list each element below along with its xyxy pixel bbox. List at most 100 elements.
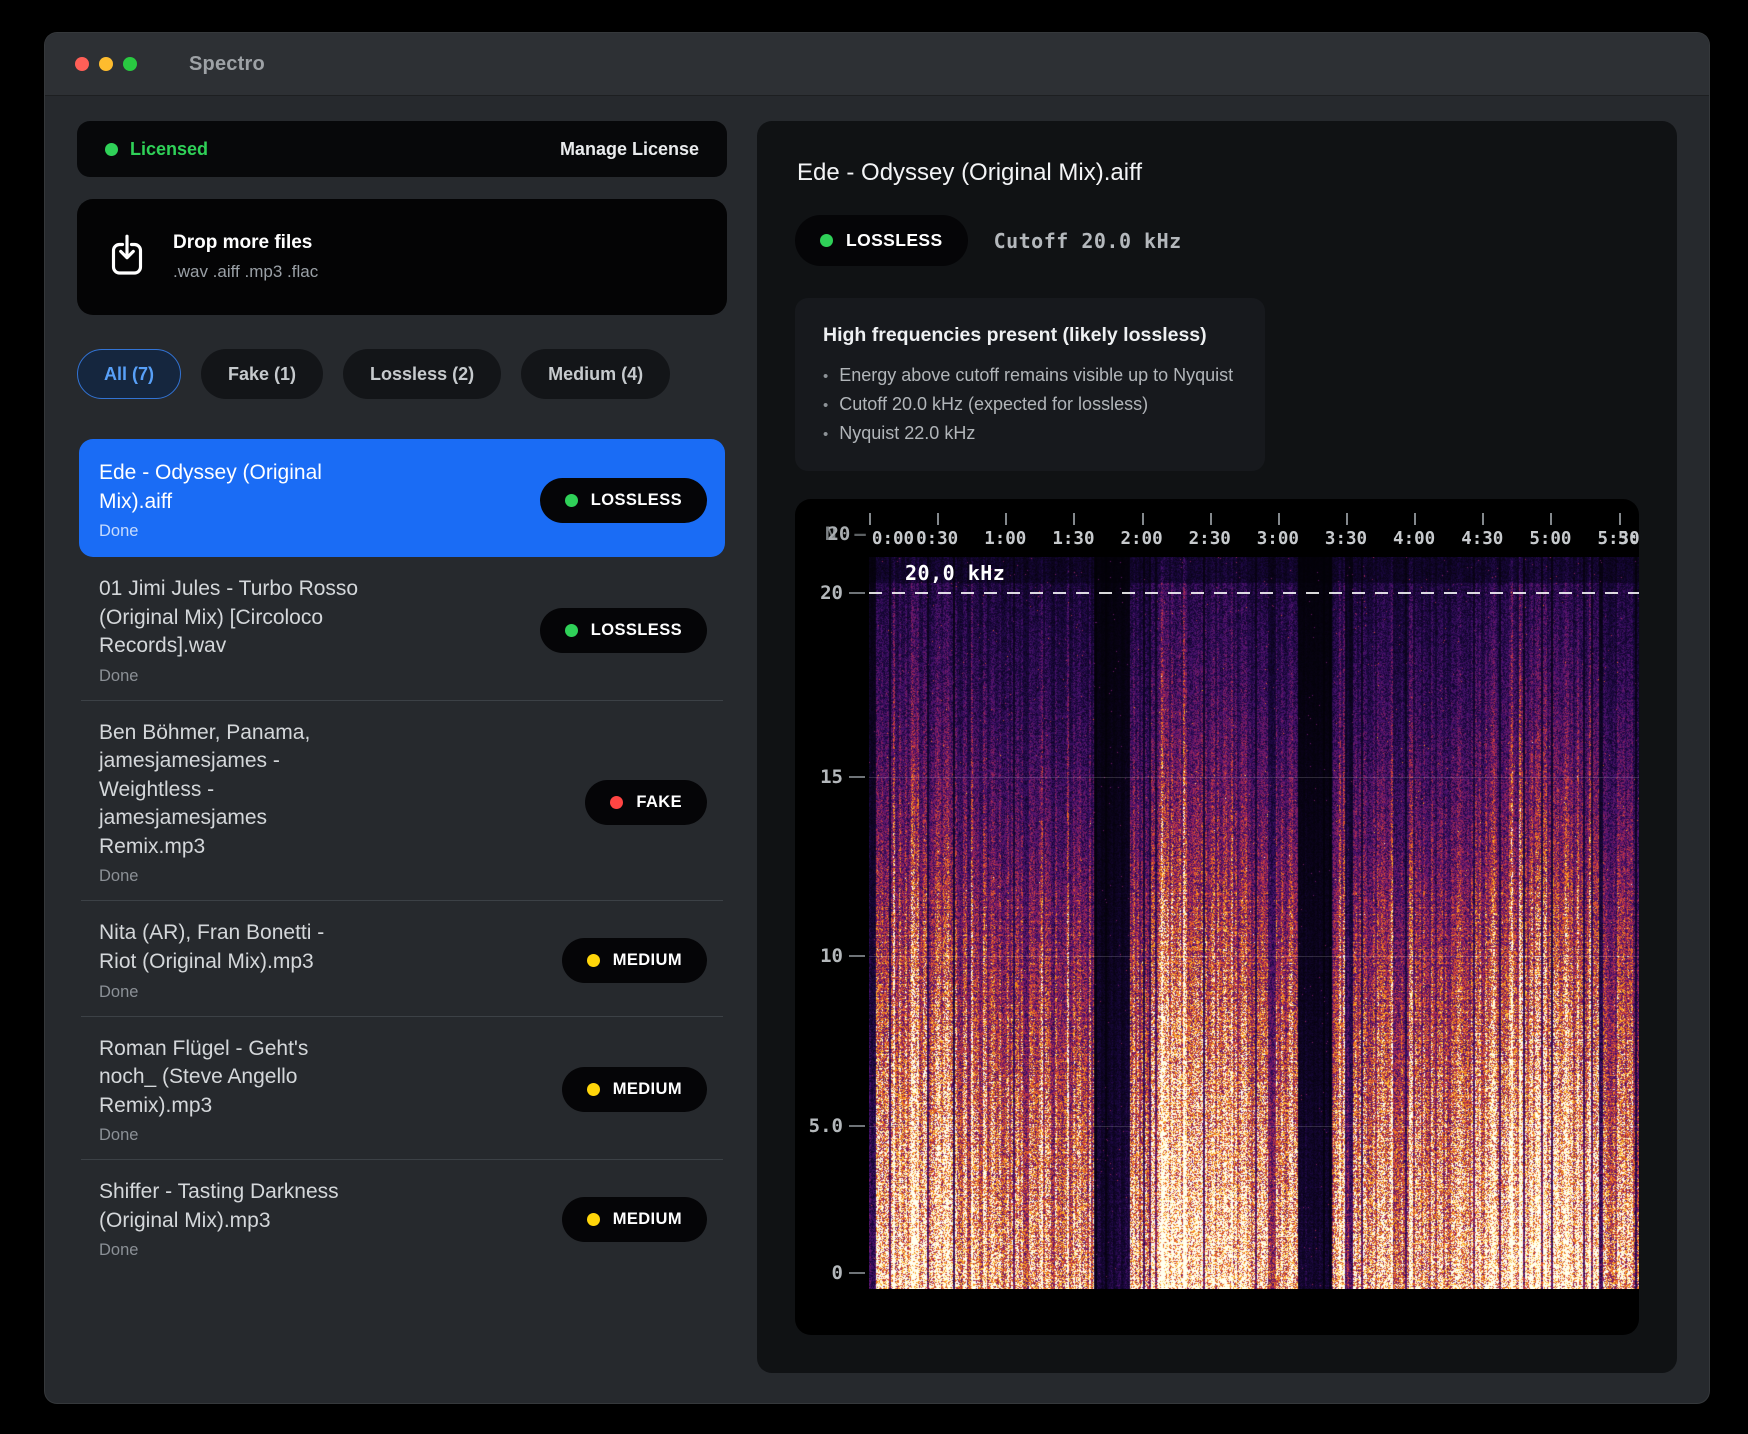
file-item[interactable]: Ede - Odyssey (Original Mix).aiff Done LOS… xyxy=(79,439,725,557)
freq-tick-label: 0 xyxy=(795,1262,843,1284)
verdict-label: MEDIUM xyxy=(613,1210,682,1229)
file-item-text: Nita (AR), Fran Bonetti - Riot (Original… xyxy=(99,919,361,1001)
freq-tick xyxy=(849,592,865,594)
manage-license-button[interactable]: Manage License xyxy=(560,139,699,160)
analysis-box: High frequencies present (likely lossles… xyxy=(795,298,1265,471)
filter-tab-lossless[interactable]: Lossless (2) xyxy=(343,349,501,399)
freq-tick xyxy=(849,1272,865,1274)
minimize-button[interactable] xyxy=(99,57,113,71)
dropzone-formats: .wav .aiff .mp3 .flac xyxy=(173,262,318,282)
time-tick-label: 2:30 xyxy=(1189,529,1231,549)
analysis-bullet: Energy above cutoff remains visible up t… xyxy=(823,361,1233,390)
file-item[interactable]: Roman Flügel - Geht's noch_ (Steve Angel… xyxy=(79,1017,725,1160)
freq-tick-label: 20 xyxy=(795,582,843,604)
verdict-badge: LOSSLESS xyxy=(540,478,707,523)
freq-tick-label: 15 xyxy=(795,766,843,788)
time-tick xyxy=(937,513,939,525)
time-tick xyxy=(1619,513,1621,525)
freq-tick-label: 10 xyxy=(795,945,843,967)
spectrogram-panel: 0:000:301:001:302:002:303:003:304:004:30… xyxy=(795,499,1639,1335)
verdict-dot-icon xyxy=(565,624,578,637)
freq-gridline xyxy=(869,777,1639,778)
time-tick xyxy=(869,513,871,525)
license-status-label: Licensed xyxy=(130,139,208,160)
license-card: Licensed Manage License xyxy=(77,121,727,177)
detail-title: Ede - Odyssey (Original Mix).aiff xyxy=(797,159,1639,187)
file-status: Done xyxy=(99,1241,361,1260)
analysis-bullets: Energy above cutoff remains visible up t… xyxy=(823,361,1233,447)
time-tick xyxy=(1346,513,1348,525)
desktop: Spectro Licensed Manage License xyxy=(0,0,1748,1434)
verdict-dot-icon xyxy=(587,954,600,967)
verdict-dot-icon xyxy=(820,234,833,247)
time-tick xyxy=(1550,513,1552,525)
time-tick-label: 4:30 xyxy=(1461,529,1503,549)
file-status: Done xyxy=(99,867,361,886)
time-tick xyxy=(1073,513,1075,525)
time-tick-label: 4:00 xyxy=(1393,529,1435,549)
time-tick-label: 3:00 xyxy=(1257,529,1299,549)
verdict-dot-icon xyxy=(587,1083,600,1096)
file-item[interactable]: Nita (AR), Fran Bonetti - Riot (Original… xyxy=(79,901,725,1015)
verdict-dot-icon xyxy=(587,1213,600,1226)
app-window: Spectro Licensed Manage License xyxy=(44,32,1710,1404)
close-button[interactable] xyxy=(75,57,89,71)
main-content: Licensed Manage License Drop more files xyxy=(45,95,1709,1403)
time-tick-label: 0:00 xyxy=(872,529,914,549)
time-tick xyxy=(1482,513,1484,525)
verdict-badge: MEDIUM xyxy=(562,1067,707,1112)
file-item-text: Shiffer - Tasting Darkness (Original Mix… xyxy=(99,1178,361,1260)
file-item[interactable]: Shiffer - Tasting Darkness (Original Mix… xyxy=(79,1160,725,1274)
time-tick xyxy=(1414,513,1416,525)
freq-gridline xyxy=(869,956,1639,957)
freq-tick xyxy=(849,955,865,957)
filter-tab-fake[interactable]: Fake (1) xyxy=(201,349,323,399)
file-name: Ede - Odyssey (Original Mix).aiff xyxy=(99,459,361,516)
verdict-label: LOSSLESS xyxy=(591,491,682,510)
file-item-text: 01 Jimi Jules - Turbo Rosso (Original Mi… xyxy=(99,575,361,686)
time-tick-label: 3:30 xyxy=(1325,529,1367,549)
file-item[interactable]: 01 Jimi Jules - Turbo Rosso (Original Mi… xyxy=(79,557,725,700)
time-tick xyxy=(1005,513,1007,525)
analysis-heading: High frequencies present (likely lossles… xyxy=(823,324,1233,347)
file-name: Roman Flügel - Geht's noch_ (Steve Angel… xyxy=(99,1035,361,1121)
verdict-label: FAKE xyxy=(636,793,682,812)
sidebar: Licensed Manage License Drop more files xyxy=(77,121,727,1373)
license-status: Licensed xyxy=(105,139,208,160)
analysis-bullet: Nyquist 22.0 kHz xyxy=(823,419,1233,448)
verdict-badge: MEDIUM xyxy=(562,938,707,983)
detail-panel: Ede - Odyssey (Original Mix).aiff LOSSLE… xyxy=(757,121,1677,1373)
file-name: Ben Böhmer, Panama, jamesjamesjames - We… xyxy=(99,719,361,862)
filter-tab-all[interactable]: All (7) xyxy=(77,349,181,399)
analysis-bullet: Cutoff 20.0 kHz (expected for lossless) xyxy=(823,390,1233,419)
file-dropzone[interactable]: Drop more files .wav .aiff .mp3 .flac xyxy=(77,199,727,315)
file-status: Done xyxy=(99,667,361,686)
time-tick-label: 2:00 xyxy=(1120,529,1162,549)
zoom-button[interactable] xyxy=(123,57,137,71)
verdict-label: MEDIUM xyxy=(613,1080,682,1099)
file-item-text: Ede - Odyssey (Original Mix).aiff Done xyxy=(99,459,361,541)
cutoff-readout: Cutoff 20.0 kHz xyxy=(994,229,1182,253)
freq-tick-label: 5.0 xyxy=(795,1115,843,1137)
file-item[interactable]: Ben Böhmer, Panama, jamesjamesjames - We… xyxy=(79,701,725,901)
freq-tick xyxy=(849,776,865,778)
freq-tick xyxy=(849,1125,865,1127)
file-name: Nita (AR), Fran Bonetti - Riot (Original… xyxy=(99,919,361,976)
time-tick-label: 5:00 xyxy=(1529,529,1571,549)
download-tray-icon xyxy=(109,234,145,281)
file-name: 01 Jimi Jules - Turbo Rosso (Original Mi… xyxy=(99,575,361,661)
time-tick-label: 1:30 xyxy=(1052,529,1094,549)
time-tick xyxy=(1278,513,1280,525)
file-item-text: Ben Böhmer, Panama, jamesjamesjames - We… xyxy=(99,719,361,887)
filter-tab-medium[interactable]: Medium (4) xyxy=(521,349,670,399)
license-status-dot-icon xyxy=(105,143,118,156)
time-tick-label: 0:30 xyxy=(916,529,958,549)
cutoff-line xyxy=(869,592,1639,594)
file-status: Done xyxy=(99,522,361,541)
verdict-badge: LOSSLESS xyxy=(795,215,968,266)
file-status: Done xyxy=(99,983,361,1002)
verdict-badge: LOSSLESS xyxy=(540,608,707,653)
time-tick xyxy=(1142,513,1144,525)
time-tick xyxy=(1210,513,1212,525)
verdict-badge: MEDIUM xyxy=(562,1197,707,1242)
